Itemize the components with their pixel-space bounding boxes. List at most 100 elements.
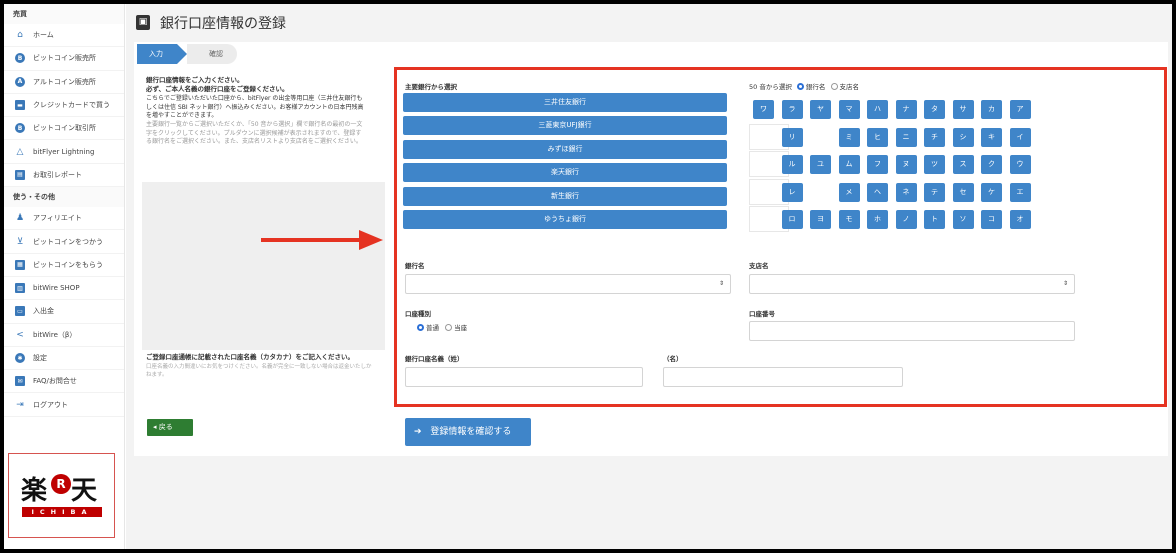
logo-r-mark: R	[51, 474, 71, 494]
kana-button[interactable]: チ	[924, 127, 945, 147]
bank-name-select[interactable]: ⇕	[405, 274, 731, 294]
kana-button[interactable]: マ	[838, 100, 860, 119]
bank-button[interactable]: 三菱東京UFJ銀行	[403, 116, 727, 136]
kana-button[interactable]: コ	[981, 210, 1002, 229]
radio-toza-label: 当座	[454, 324, 468, 332]
sidebar-item[interactable]: < bitWire（β）	[4, 324, 124, 347]
kana-button[interactable]: ク	[981, 155, 1002, 174]
kana-button[interactable]: ト	[924, 210, 945, 229]
page-header: ▣ 銀行口座情報の登録	[126, 4, 1172, 42]
sidebar-item[interactable]: A アルトコイン販売所	[4, 71, 124, 94]
sidebar-item[interactable]: ⇥ ログアウト	[4, 393, 124, 417]
kana-button[interactable]: レ	[781, 182, 803, 202]
credit-card-icon: ▬	[15, 100, 25, 111]
kana-button[interactable]: メ	[838, 182, 860, 202]
kana-button[interactable]: カ	[981, 100, 1002, 119]
altcoin-icon: A	[15, 76, 25, 87]
radio-bank-name[interactable]	[796, 83, 804, 90]
sidebar-item[interactable]: ✉ FAQ/お問合せ	[4, 370, 124, 394]
bank-button[interactable]: ゆうちょ銀行	[403, 210, 727, 229]
kana-button[interactable]: ム	[838, 155, 860, 174]
kana-button[interactable]: ル	[781, 155, 803, 174]
sidebar-item[interactable]: ✱ 設定	[4, 347, 124, 371]
kana-button[interactable]: エ	[1009, 182, 1031, 202]
step-input: 入力	[137, 44, 187, 64]
radio-futsu[interactable]	[417, 324, 424, 331]
kana-button[interactable]: ウ	[1009, 155, 1031, 174]
kana-button[interactable]: ユ	[810, 155, 831, 174]
radio-branch-name[interactable]	[830, 83, 838, 90]
sidebar-item[interactable]: ⌂ ホーム	[4, 24, 124, 48]
kana-button[interactable]: ナ	[895, 100, 917, 119]
cart-icon: ⊻	[16, 236, 24, 247]
sidebar-item[interactable]: ♟ アフィリエイト	[4, 207, 124, 231]
kana-button[interactable]: ホ	[867, 210, 888, 229]
kana-button[interactable]: ミ	[838, 127, 860, 147]
bank-button[interactable]: みずほ銀行	[403, 139, 727, 159]
kana-button[interactable]: モ	[838, 210, 860, 229]
radio-toza[interactable]	[445, 324, 453, 331]
confirm-button[interactable]: ➔ 登録情報を確認する	[405, 418, 531, 446]
kana-button[interactable]: ア	[1009, 100, 1031, 119]
kana-button[interactable]: ニ	[895, 127, 917, 147]
sidebar-item[interactable]: ▭ 入出金	[4, 300, 124, 324]
account-number-input[interactable]	[749, 321, 1075, 341]
sidebar-item[interactable]: B ビットコイン取引所	[4, 117, 124, 141]
kana-button[interactable]: ヤ	[810, 100, 831, 119]
kana-note: ご登録口座通帳に記載された口座名義（カタカナ）をご記入ください。 口座名義の入力…	[146, 353, 376, 379]
kana-button[interactable]: セ	[952, 182, 974, 202]
sidebar-item-label: クレジットカードで買う	[33, 101, 110, 110]
kana-button[interactable]: タ	[924, 100, 945, 119]
deposit-icon: ▭	[15, 306, 25, 317]
kana-button[interactable]: オ	[1009, 210, 1031, 229]
kana-button[interactable]: ノ	[895, 210, 917, 229]
kana-button[interactable]: サ	[952, 100, 974, 119]
instructions-line2: 必ず、ご本人名義の銀行口座をご登録ください。	[146, 85, 289, 94]
kana-button[interactable]: ヨ	[810, 210, 831, 229]
report-icon: ▤	[15, 169, 25, 180]
kana-button[interactable]: ワ	[753, 100, 774, 119]
sidebar-item-label: bitFlyer Lightning	[33, 147, 95, 156]
holder-last-input[interactable]	[405, 367, 643, 387]
kana-button[interactable]: シ	[952, 127, 974, 147]
bank-button[interactable]: 新生銀行	[403, 186, 727, 206]
kana-button[interactable]: ネ	[895, 182, 917, 202]
sidebar-item[interactable]: ▥ bitWire SHOP	[4, 277, 124, 301]
sidebar-item[interactable]: △ bitFlyer Lightning	[4, 140, 124, 164]
kana-button[interactable]: ロ	[781, 210, 803, 229]
home-icon: ⌂	[17, 30, 23, 41]
kana-button[interactable]: ラ	[781, 100, 803, 119]
holder-first-input[interactable]	[663, 367, 903, 387]
sidebar-item-label: ビットコイン取引所	[33, 124, 96, 133]
bank-button[interactable]: 三井住友銀行	[403, 93, 727, 112]
instructions: 銀行口座情報をご入力ください。 必ず、ご本人名義の銀行口座をご登録ください。 こ…	[146, 76, 364, 147]
branch-select-arrow-icon: ⇕	[1062, 280, 1068, 287]
bank-name-label: 銀行名	[405, 262, 425, 270]
sidebar-item[interactable]: ▤ お取引レポート	[4, 164, 124, 188]
kana-button[interactable]: ヒ	[867, 127, 888, 147]
radio-bank-name-label: 銀行名	[805, 83, 826, 91]
kana-button[interactable]: イ	[1009, 127, 1031, 147]
sidebar-item[interactable]: B ビットコイン販売所	[4, 47, 124, 71]
back-arrow-icon: ◂	[153, 423, 157, 431]
branch-name-select[interactable]: ⇕	[749, 274, 1075, 294]
kana-button[interactable]: キ	[981, 127, 1002, 147]
kana-button[interactable]: ケ	[981, 182, 1002, 202]
kana-button[interactable]: リ	[781, 127, 803, 147]
rakuten-ichiba-logo[interactable]: 楽 R 天 ICHIBA	[8, 453, 115, 538]
sidebar-item[interactable]: ▬ クレジットカードで買う	[4, 94, 124, 118]
back-button[interactable]: ◂ 戻る	[147, 419, 193, 436]
sidebar-item[interactable]: ▦ ビットコインをもらう	[4, 254, 124, 277]
kana-button[interactable]: ソ	[952, 210, 974, 229]
kana-button[interactable]: ヘ	[867, 182, 888, 202]
bank-select-arrow-icon: ⇕	[718, 280, 724, 287]
bank-button[interactable]: 楽天銀行	[403, 163, 727, 183]
sidebar-item[interactable]: ⊻ ビットコインをつかう	[4, 230, 124, 254]
kana-button[interactable]: ヌ	[895, 155, 917, 174]
kana-button[interactable]: テ	[924, 182, 945, 202]
kana-button[interactable]: ス	[952, 155, 974, 174]
kana-button[interactable]: ツ	[924, 155, 945, 174]
kana-button[interactable]: ハ	[867, 100, 888, 119]
kana-button[interactable]: フ	[867, 155, 888, 174]
sidebar-section-other: 使う・その他	[4, 187, 124, 208]
